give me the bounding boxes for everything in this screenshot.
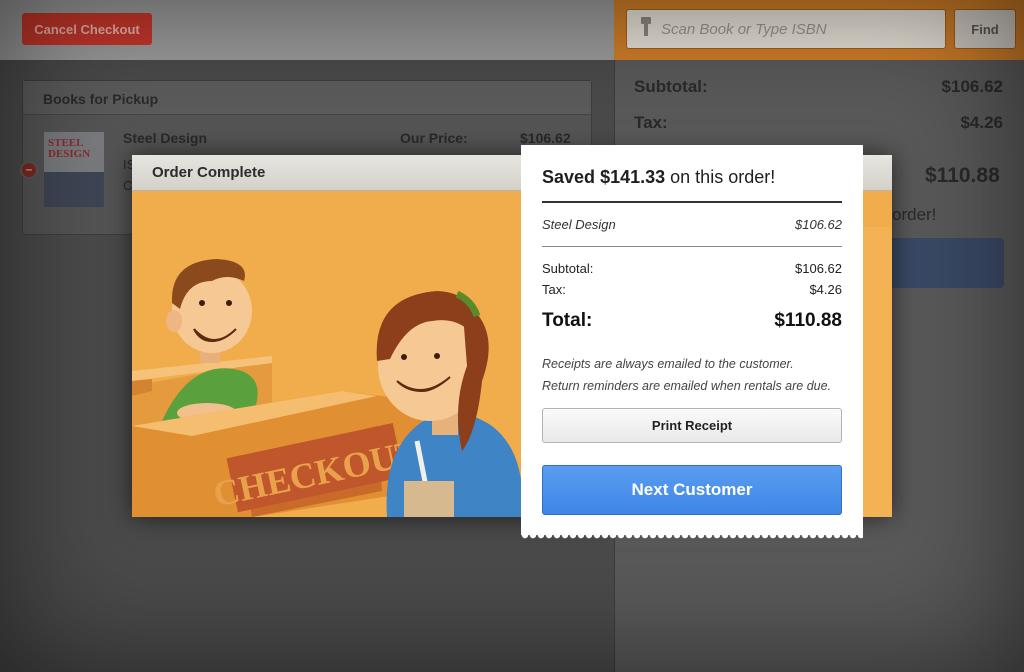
summary-tax-value: $4.26	[960, 113, 1003, 132]
receipt-divider-thick	[542, 201, 842, 203]
receipt-email-note: Receipts are always emailed to the custo…	[542, 357, 794, 371]
summary-tax-label: Tax:	[634, 113, 668, 132]
book-cover-photo	[44, 172, 104, 207]
summary-subtotal-value: $106.62	[941, 77, 1003, 96]
receipt-total-value: $110.88	[774, 310, 842, 331]
barcode-scanner-icon	[639, 16, 653, 42]
receipt-item-name: Steel Design	[542, 217, 616, 232]
our-price-label: Our Price:	[400, 130, 468, 146]
receipt-divider-thin	[542, 246, 842, 247]
summary-total-value: $110.88	[925, 164, 1000, 187]
receipt-tax-label: Tax:	[542, 282, 566, 297]
receipt-total-label: Total:	[542, 310, 593, 331]
book-cover-image: STEEL DESIGN	[44, 132, 104, 207]
summary-saved-text: order!	[892, 205, 937, 224]
savings-headline: Saved $141.33 on this order!	[542, 167, 775, 188]
find-button[interactable]: Find	[954, 9, 1016, 49]
receipt-subtotal-label: Subtotal:	[542, 261, 594, 276]
remove-item-button[interactable]: –	[20, 161, 38, 179]
return-reminder-note: Return reminders are emailed when rental…	[542, 379, 832, 393]
savings-suffix: on this order!	[670, 167, 776, 187]
receipt-item-price: $106.62	[795, 217, 842, 232]
book-cover-text: STEEL DESIGN	[48, 137, 91, 160]
scan-isbn-input[interactable]: Scan Book or Type ISBN	[626, 9, 946, 49]
cancel-checkout-button[interactable]: Cancel Checkout	[22, 13, 152, 45]
savings-prefix: Saved	[542, 167, 596, 187]
scan-input-placeholder: Scan Book or Type ISBN	[661, 20, 827, 38]
pickup-book-title: Steel Design	[123, 130, 208, 146]
receipt-tax-value: $4.26	[809, 282, 842, 297]
summary-subtotal-label: Subtotal:	[634, 77, 708, 96]
pickup-card-title: Books for Pickup	[23, 81, 591, 115]
our-price-value: $106.62	[520, 130, 571, 146]
next-customer-button[interactable]: Next Customer	[542, 465, 842, 515]
pickup-book-condition: C	[123, 178, 133, 193]
receipt-subtotal-value: $106.62	[795, 261, 842, 276]
receipt-panel: Saved $141.33 on this order! Steel Desig…	[521, 145, 863, 540]
complete-checkout-button[interactable]	[882, 238, 1004, 288]
print-receipt-button[interactable]: Print Receipt	[542, 408, 842, 443]
savings-amount: $141.33	[600, 167, 666, 187]
